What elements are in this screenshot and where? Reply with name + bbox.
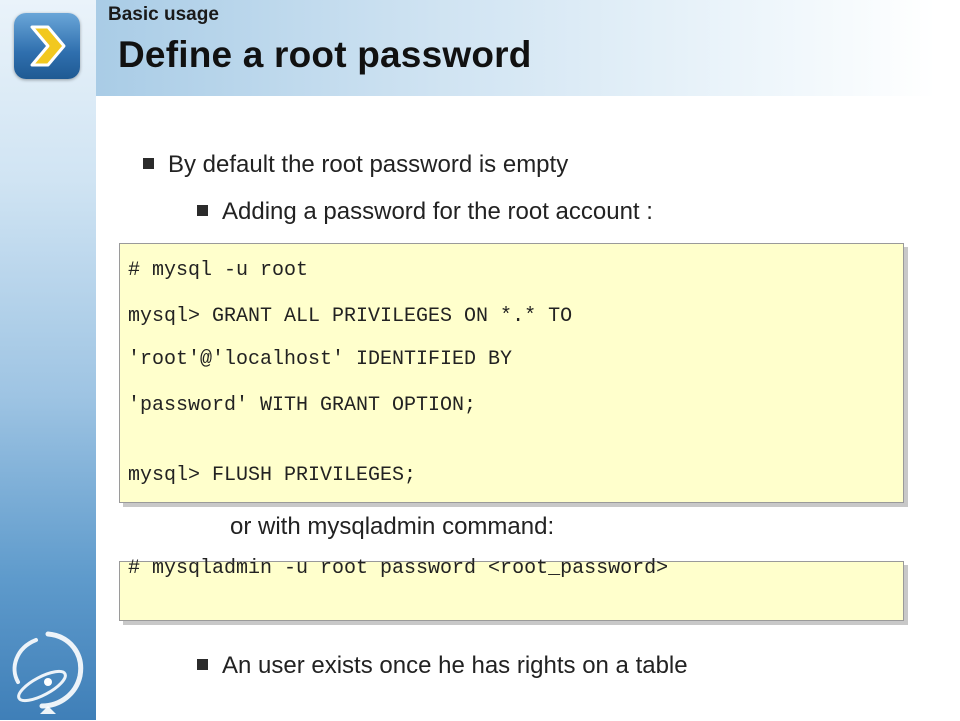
page-title: Define a root password [118, 34, 532, 75]
chevron-right-icon[interactable] [14, 13, 80, 79]
bullet-square-icon [197, 659, 208, 671]
sidebar [0, 0, 96, 720]
code-block-mysqladmin: # mysqladmin -u root password <root_pass… [119, 557, 904, 621]
text-or-mysqladmin: or with mysqladmin command: [230, 513, 554, 541]
bullet-square-icon [143, 158, 154, 170]
code-line: mysql> FLUSH PRIVILEGES; [128, 464, 417, 487]
bullet-text: By default the root password is empty [168, 151, 569, 178]
bullet-adding-password: Adding a password for the root account : [197, 198, 653, 226]
code-block-mysql-grant: # mysql -u root mysql> GRANT ALL PRIVILE… [119, 243, 904, 503]
orbit-logo-icon [8, 628, 88, 721]
bullet-default-empty: By default the root password is empty [143, 151, 568, 179]
bullet-square-icon [197, 205, 208, 217]
bullet-text: or with mysqladmin command: [230, 513, 555, 540]
bullet-text: An user exists once he has rights on a t… [222, 652, 688, 679]
code-line: 'root'@'localhost' IDENTIFIED BY [128, 348, 513, 371]
code-line: mysql> GRANT ALL PRIVILEGES ON *.* TO [128, 305, 573, 328]
code-line: # mysql -u root [128, 259, 309, 282]
code-line: # mysqladmin -u root password <root_pass… [128, 557, 669, 580]
section-label: Basic usage [108, 4, 219, 25]
bullet-user-exists: An user exists once he has rights on a t… [197, 652, 688, 680]
bullet-text: Adding a password for the root account : [222, 198, 653, 225]
code-line: 'password' WITH GRANT OPTION; [128, 394, 477, 417]
